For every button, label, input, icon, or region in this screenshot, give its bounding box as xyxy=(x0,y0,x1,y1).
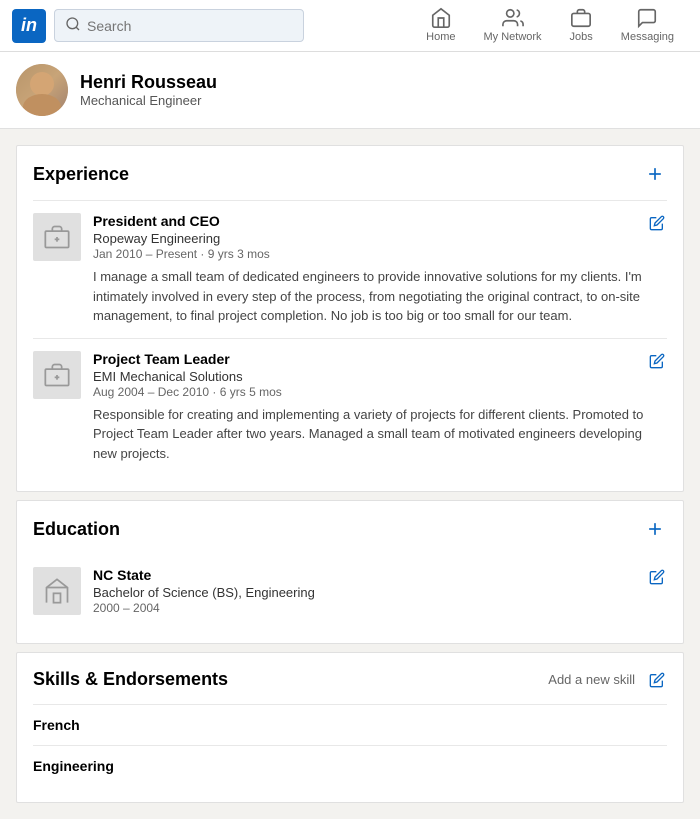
nav-jobs-label: Jobs xyxy=(570,31,593,43)
skill-name-2: Engineering xyxy=(33,758,667,774)
search-icon xyxy=(65,16,81,35)
experience-actions xyxy=(643,162,667,186)
exp-desc-1: I manage a small team of dedicated engin… xyxy=(93,267,667,326)
education-section: Education NC State xyxy=(16,500,684,644)
skill-name-1: French xyxy=(33,717,667,733)
nav-network[interactable]: My Network xyxy=(469,0,555,52)
nav-messaging[interactable]: Messaging xyxy=(607,0,688,52)
skill-item-1: French xyxy=(33,704,667,745)
exp-content-2: Project Team Leader EMI Mechanical Solut… xyxy=(93,351,667,464)
exp-dates-1: Jan 2010 – Present · 9 yrs 3 mos xyxy=(93,247,270,261)
main-content: Experience xyxy=(0,129,700,819)
nav-network-label: My Network xyxy=(483,31,541,43)
skills-title: Skills & Endorsements xyxy=(33,669,228,690)
school-logo-1 xyxy=(33,567,81,615)
skills-section: Skills & Endorsements Add a new skill Fr… xyxy=(16,652,684,803)
linkedin-logo[interactable]: in xyxy=(12,9,46,43)
education-header: Education xyxy=(33,517,667,541)
profile-header: Henri Rousseau Mechanical Engineer xyxy=(0,52,700,129)
edit-experience-2-button[interactable] xyxy=(647,351,667,371)
exp-dates-2: Aug 2004 – Dec 2010 · 6 yrs 5 mos xyxy=(93,385,282,399)
skill-item-2: Engineering xyxy=(33,745,667,786)
nav-items: Home My Network Jobs Messaging xyxy=(412,0,688,52)
education-item-1: NC State Bachelor of Science (BS), Engin… xyxy=(33,555,667,627)
exp-desc-2: Responsible for creating and implementin… xyxy=(93,405,667,464)
profile-title: Mechanical Engineer xyxy=(80,93,217,108)
avatar-image xyxy=(16,64,68,116)
edit-education-1-button[interactable] xyxy=(647,567,667,587)
experience-item-1: President and CEO Ropeway Engineering Ja… xyxy=(33,200,667,338)
company-logo-1 xyxy=(33,213,81,261)
nav-jobs[interactable]: Jobs xyxy=(556,0,607,52)
nav-home[interactable]: Home xyxy=(412,0,469,52)
search-box[interactable] xyxy=(54,9,304,42)
education-title: Education xyxy=(33,519,120,540)
education-actions xyxy=(643,517,667,541)
add-experience-button[interactable] xyxy=(643,162,667,186)
exp-title-2: Project Team Leader xyxy=(93,351,282,367)
nav-messaging-label: Messaging xyxy=(621,31,674,43)
add-skill-link[interactable]: Add a new skill xyxy=(548,672,635,687)
exp-content-1: President and CEO Ropeway Engineering Ja… xyxy=(93,213,667,326)
edu-school-1: NC State xyxy=(93,567,315,583)
linkedin-logo-text: in xyxy=(21,15,37,36)
exp-company-2: EMI Mechanical Solutions xyxy=(93,369,282,384)
exp-title-1: President and CEO xyxy=(93,213,270,229)
avatar xyxy=(16,64,68,116)
experience-item-2: Project Team Leader EMI Mechanical Solut… xyxy=(33,338,667,476)
skills-header: Skills & Endorsements Add a new skill xyxy=(33,669,667,690)
edu-degree-1: Bachelor of Science (BS), Engineering xyxy=(93,585,315,600)
experience-title: Experience xyxy=(33,164,129,185)
edu-years-1: 2000 – 2004 xyxy=(93,601,315,615)
company-logo-2 xyxy=(33,351,81,399)
profile-info: Henri Rousseau Mechanical Engineer xyxy=(80,72,217,108)
edit-skills-button[interactable] xyxy=(647,670,667,690)
add-education-button[interactable] xyxy=(643,517,667,541)
edit-experience-1-button[interactable] xyxy=(647,213,667,233)
search-input[interactable] xyxy=(87,18,293,34)
edu-content-1: NC State Bachelor of Science (BS), Engin… xyxy=(93,567,667,615)
experience-section: Experience xyxy=(16,145,684,492)
profile-name: Henri Rousseau xyxy=(80,72,217,93)
navbar: in Home My Network xyxy=(0,0,700,52)
experience-header: Experience xyxy=(33,162,667,186)
skills-actions: Add a new skill xyxy=(548,670,667,690)
nav-home-label: Home xyxy=(426,31,455,43)
exp-company-1: Ropeway Engineering xyxy=(93,231,270,246)
